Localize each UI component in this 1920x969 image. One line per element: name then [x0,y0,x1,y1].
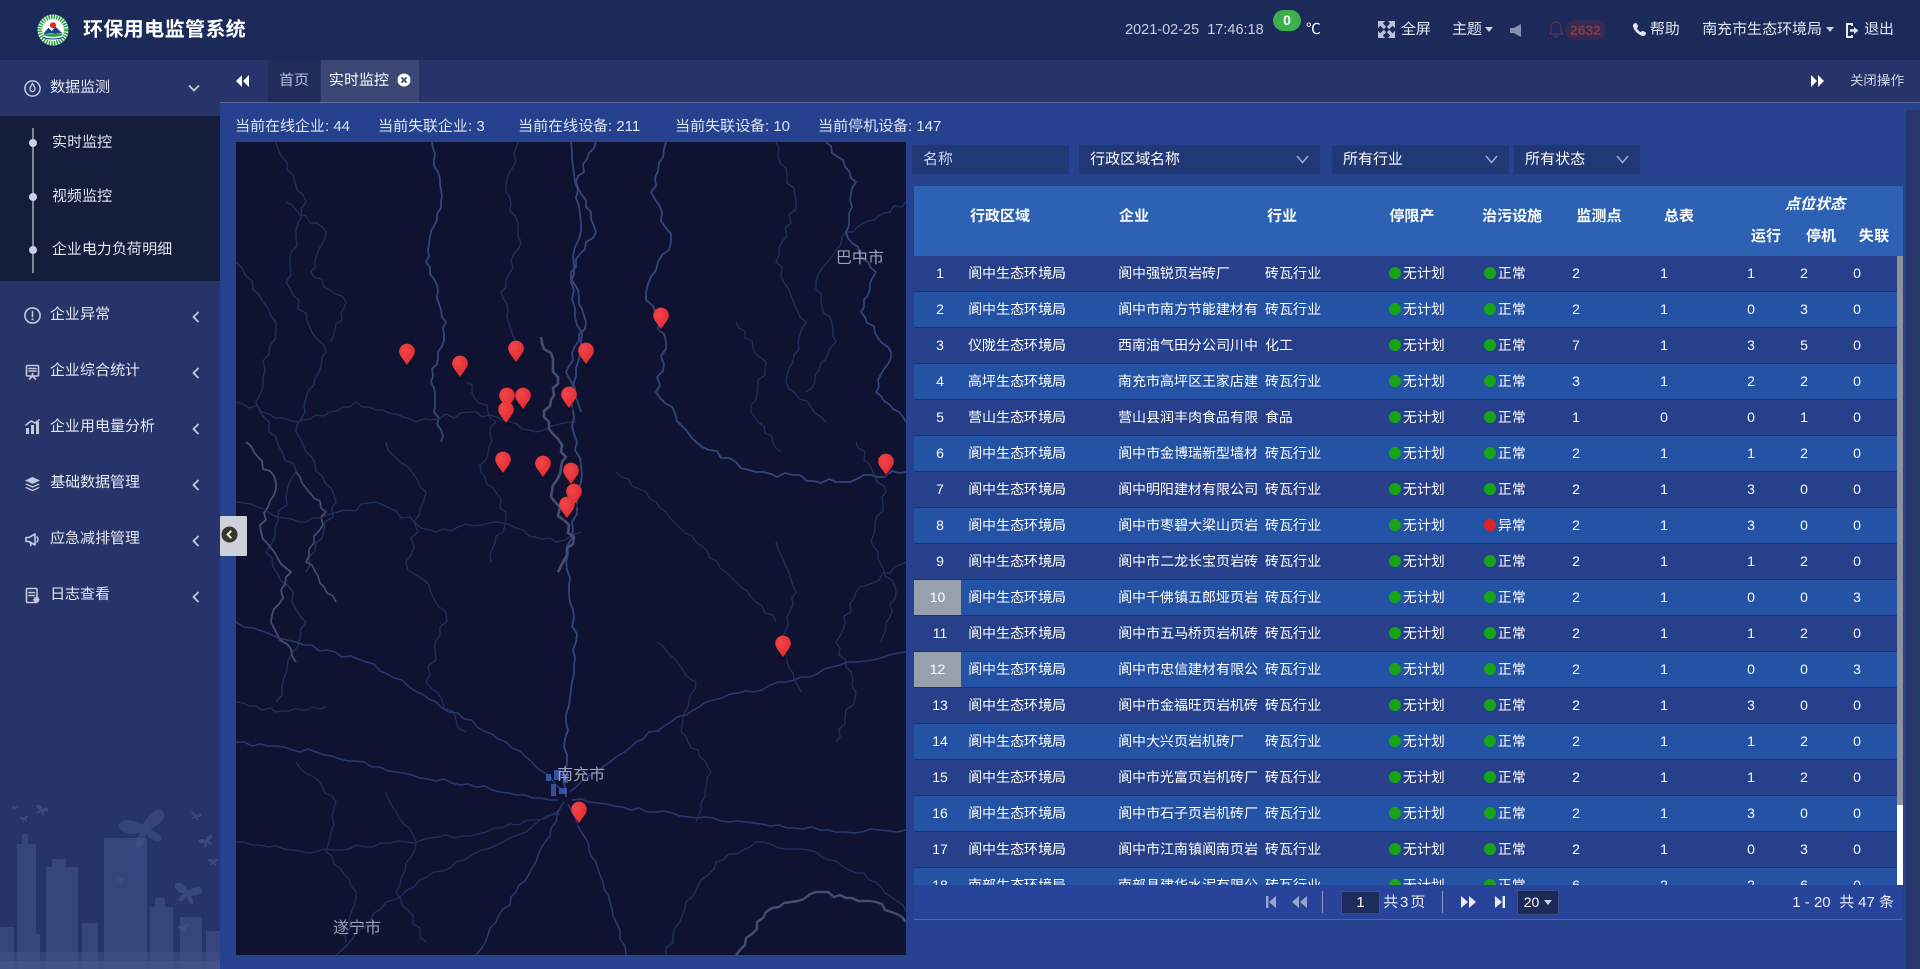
svg-text:巴中市: 巴中市 [836,244,884,268]
svg-text:南充市: 南充市 [557,761,605,785]
svg-text:遂宁市: 遂宁市 [333,914,381,938]
